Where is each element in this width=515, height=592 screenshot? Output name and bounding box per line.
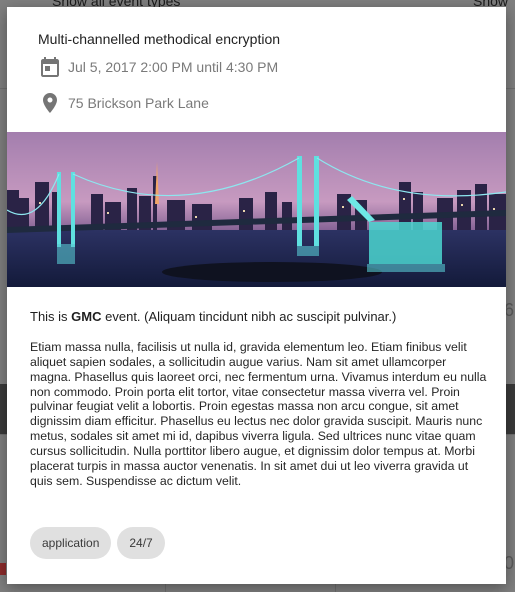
event-image (7, 132, 506, 287)
event-details-dialog: Multi-channelled methodical encryption J… (7, 7, 506, 584)
event-title: Multi-channelled methodical encryption (38, 31, 281, 47)
event-date-range: Jul 5, 2017 2:00 PM until 4:30 PM (68, 59, 279, 75)
event-summary-suffix: event. (Aliquam tincidunt nibh ac suscip… (101, 309, 397, 324)
map-pin-icon (38, 91, 62, 115)
event-summary: This is GMC event. (Aliquam tincidunt ni… (30, 309, 490, 325)
event-description: Etiam massa nulla, facilisis ut nulla id… (30, 340, 487, 488)
event-location-row: 75 Brickson Park Lane (38, 91, 209, 115)
event-date-row: Jul 5, 2017 2:00 PM until 4:30 PM (38, 55, 278, 79)
event-tags: application 24/7 (30, 527, 171, 559)
tag-chip-application[interactable]: application (30, 527, 112, 559)
event-organization: GMC (71, 309, 102, 324)
event-summary-prefix: This is (30, 309, 72, 324)
tag-chip-24-7[interactable]: 24/7 (117, 527, 165, 559)
event-location: 75 Brickson Park Lane (68, 95, 209, 111)
background-event-marker (0, 563, 6, 575)
calendar-icon (38, 55, 62, 79)
